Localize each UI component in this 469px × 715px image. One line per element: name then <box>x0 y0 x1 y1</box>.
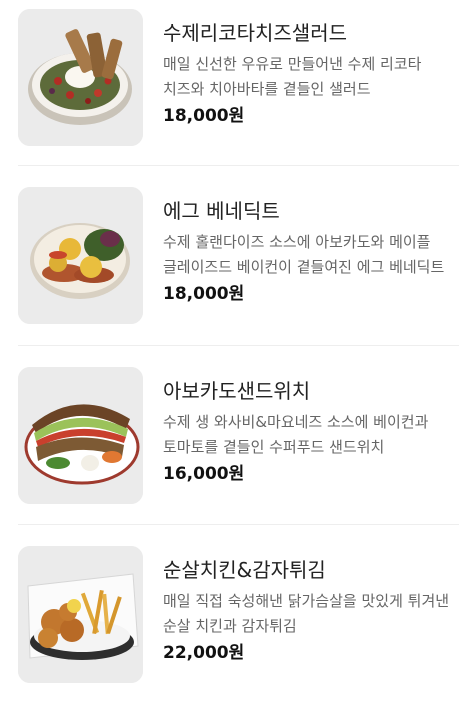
menu-item-ricotta-salad[interactable]: 수제리코타치즈샐러드 매일 신선한 우유로 만들어낸 수제 리코타 치즈와 치아… <box>0 0 469 178</box>
menu-item-info: 순살치킨&감자튀김 매일 직접 숙성해낸 닭가슴살을 맛있게 튀겨낸 순살 치킨… <box>163 557 461 664</box>
menu-item-description: 수제 홀랜다이즈 소스에 아보카도와 메이플 글레이즈드 베이컨이 곁들여진 에… <box>163 233 445 276</box>
salad-bowl-icon <box>18 9 143 146</box>
menu-item-title: 순살치킨&감자튀김 <box>163 558 326 582</box>
menu-item-eggs-benedict[interactable]: 에그 베네딕트 수제 홀랜다이즈 소스에 아보카도와 메이플 글레이즈드 베이컨… <box>0 178 469 356</box>
eggs-benedict-icon <box>18 187 143 324</box>
menu-item-price: 18,000원 <box>163 106 245 126</box>
menu-item-description: 매일 신선한 우유로 만들어낸 수제 리코타 치즈와 치아바타를 곁들인 샐러드 <box>163 55 422 98</box>
menu-item-price: 22,000원 <box>163 643 245 663</box>
menu-item-description: 수제 생 와사비&마요네즈 소스에 베이컨과 토마토를 곁들인 수퍼푸드 샌드위… <box>163 413 429 456</box>
menu-item-title: 아보카도샌드위치 <box>163 379 311 403</box>
divider <box>18 524 459 525</box>
menu-item-title: 에그 베네딕트 <box>163 199 280 223</box>
menu-item-info: 수제리코타치즈샐러드 매일 신선한 우유로 만들어낸 수제 리코타 치즈와 치아… <box>163 20 461 127</box>
divider <box>18 345 459 346</box>
menu-item-chicken-fries[interactable]: 순살치킨&감자튀김 매일 직접 숙성해낸 닭가슴살을 맛있게 튀겨낸 순살 치킨… <box>0 537 469 715</box>
divider <box>18 165 459 166</box>
menu-item-price: 16,000원 <box>163 464 245 484</box>
fried-chicken-icon <box>18 546 143 683</box>
menu-item-info: 에그 베네딕트 수제 홀랜다이즈 소스에 아보카도와 메이플 글레이즈드 베이컨… <box>163 198 461 305</box>
menu-item-info: 아보카도샌드위치 수제 생 와사비&마요네즈 소스에 베이컨과 토마토를 곁들인… <box>163 378 461 485</box>
menu-item-avocado-sandwich[interactable]: 아보카도샌드위치 수제 생 와사비&마요네즈 소스에 베이컨과 토마토를 곁들인… <box>0 358 469 536</box>
menu-item-price: 18,000원 <box>163 284 245 304</box>
sandwich-icon <box>18 367 143 504</box>
menu-item-description: 매일 직접 숙성해낸 닭가슴살을 맛있게 튀겨낸 순살 치킨과 감자튀김 <box>163 592 450 635</box>
menu-item-title: 수제리코타치즈샐러드 <box>163 21 347 45</box>
